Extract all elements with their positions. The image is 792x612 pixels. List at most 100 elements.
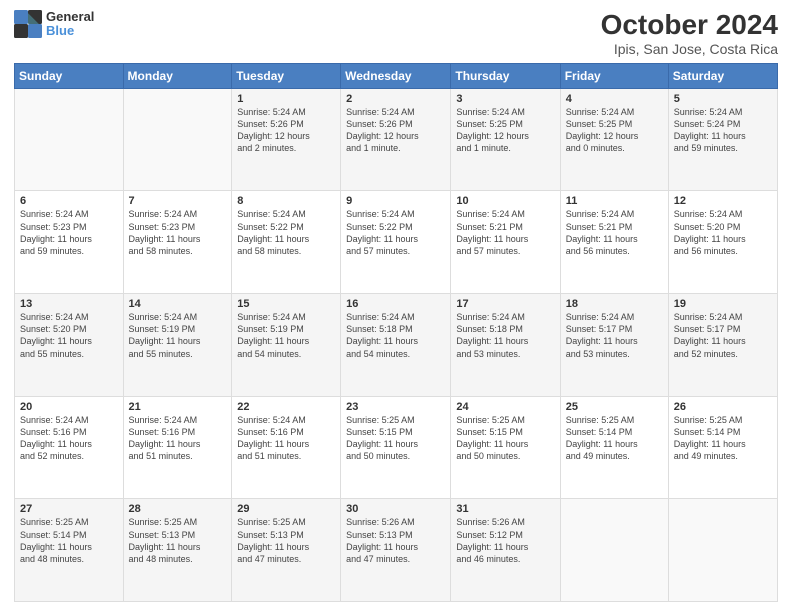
cell-info: Sunrise: 5:24 AMSunset: 5:26 PMDaylight:… — [237, 106, 335, 155]
cell-info: Sunrise: 5:25 AMSunset: 5:14 PMDaylight:… — [566, 414, 663, 463]
cell-info: Sunrise: 5:24 AMSunset: 5:23 PMDaylight:… — [20, 208, 118, 257]
calendar-cell: 14Sunrise: 5:24 AMSunset: 5:19 PMDayligh… — [123, 294, 232, 397]
cell-day-number: 2 — [346, 93, 445, 105]
cell-info: Sunrise: 5:24 AMSunset: 5:16 PMDaylight:… — [20, 414, 118, 463]
cell-day-number: 15 — [237, 298, 335, 310]
calendar-cell: 8Sunrise: 5:24 AMSunset: 5:22 PMDaylight… — [232, 191, 341, 294]
cell-day-number: 16 — [346, 298, 445, 310]
calendar-cell — [560, 499, 668, 602]
calendar-cell: 25Sunrise: 5:25 AMSunset: 5:14 PMDayligh… — [560, 396, 668, 499]
cell-day-number: 27 — [20, 503, 118, 515]
calendar-cell: 9Sunrise: 5:24 AMSunset: 5:22 PMDaylight… — [341, 191, 451, 294]
calendar-header-row: SundayMondayTuesdayWednesdayThursdayFrid… — [15, 63, 778, 88]
cell-info: Sunrise: 5:24 AMSunset: 5:25 PMDaylight:… — [456, 106, 554, 155]
logo-line1: General — [46, 10, 94, 24]
calendar-cell: 15Sunrise: 5:24 AMSunset: 5:19 PMDayligh… — [232, 294, 341, 397]
cell-day-number: 30 — [346, 503, 445, 515]
calendar-cell: 23Sunrise: 5:25 AMSunset: 5:15 PMDayligh… — [341, 396, 451, 499]
cell-info: Sunrise: 5:24 AMSunset: 5:19 PMDaylight:… — [237, 311, 335, 360]
cell-info: Sunrise: 5:24 AMSunset: 5:25 PMDaylight:… — [566, 106, 663, 155]
cell-day-number: 7 — [129, 195, 227, 207]
logo-line2: Blue — [46, 24, 94, 38]
logo-icon — [14, 10, 42, 38]
calendar-cell: 18Sunrise: 5:24 AMSunset: 5:17 PMDayligh… — [560, 294, 668, 397]
cell-day-number: 24 — [456, 401, 554, 413]
cell-info: Sunrise: 5:24 AMSunset: 5:16 PMDaylight:… — [129, 414, 227, 463]
day-header-wednesday: Wednesday — [341, 63, 451, 88]
cell-info: Sunrise: 5:24 AMSunset: 5:18 PMDaylight:… — [456, 311, 554, 360]
calendar-cell — [123, 88, 232, 191]
cell-info: Sunrise: 5:25 AMSunset: 5:15 PMDaylight:… — [456, 414, 554, 463]
cell-day-number: 21 — [129, 401, 227, 413]
cell-day-number: 5 — [674, 93, 772, 105]
cell-info: Sunrise: 5:25 AMSunset: 5:13 PMDaylight:… — [237, 516, 335, 565]
week-row-5: 27Sunrise: 5:25 AMSunset: 5:14 PMDayligh… — [15, 499, 778, 602]
cell-day-number: 8 — [237, 195, 335, 207]
week-row-2: 6Sunrise: 5:24 AMSunset: 5:23 PMDaylight… — [15, 191, 778, 294]
cell-day-number: 29 — [237, 503, 335, 515]
calendar-cell: 5Sunrise: 5:24 AMSunset: 5:24 PMDaylight… — [668, 88, 777, 191]
cell-info: Sunrise: 5:24 AMSunset: 5:19 PMDaylight:… — [129, 311, 227, 360]
calendar-title: October 2024 — [601, 10, 778, 41]
week-row-1: 1Sunrise: 5:24 AMSunset: 5:26 PMDaylight… — [15, 88, 778, 191]
cell-day-number: 13 — [20, 298, 118, 310]
calendar-cell: 10Sunrise: 5:24 AMSunset: 5:21 PMDayligh… — [451, 191, 560, 294]
cell-info: Sunrise: 5:24 AMSunset: 5:17 PMDaylight:… — [566, 311, 663, 360]
cell-day-number: 22 — [237, 401, 335, 413]
calendar-cell: 24Sunrise: 5:25 AMSunset: 5:15 PMDayligh… — [451, 396, 560, 499]
cell-day-number: 9 — [346, 195, 445, 207]
cell-day-number: 28 — [129, 503, 227, 515]
page: General Blue October 2024 Ipis, San Jose… — [0, 0, 792, 612]
calendar-body: 1Sunrise: 5:24 AMSunset: 5:26 PMDaylight… — [15, 88, 778, 601]
cell-day-number: 26 — [674, 401, 772, 413]
calendar-cell: 31Sunrise: 5:26 AMSunset: 5:12 PMDayligh… — [451, 499, 560, 602]
calendar-cell — [15, 88, 124, 191]
cell-day-number: 25 — [566, 401, 663, 413]
cell-day-number: 11 — [566, 195, 663, 207]
calendar-cell: 1Sunrise: 5:24 AMSunset: 5:26 PMDaylight… — [232, 88, 341, 191]
cell-info: Sunrise: 5:26 AMSunset: 5:13 PMDaylight:… — [346, 516, 445, 565]
cell-info: Sunrise: 5:25 AMSunset: 5:15 PMDaylight:… — [346, 414, 445, 463]
cell-info: Sunrise: 5:25 AMSunset: 5:14 PMDaylight:… — [674, 414, 772, 463]
cell-day-number: 20 — [20, 401, 118, 413]
calendar-subtitle: Ipis, San Jose, Costa Rica — [601, 41, 778, 57]
day-header-tuesday: Tuesday — [232, 63, 341, 88]
cell-info: Sunrise: 5:24 AMSunset: 5:18 PMDaylight:… — [346, 311, 445, 360]
cell-day-number: 18 — [566, 298, 663, 310]
cell-info: Sunrise: 5:24 AMSunset: 5:21 PMDaylight:… — [456, 208, 554, 257]
day-header-thursday: Thursday — [451, 63, 560, 88]
cell-day-number: 10 — [456, 195, 554, 207]
calendar-cell: 3Sunrise: 5:24 AMSunset: 5:25 PMDaylight… — [451, 88, 560, 191]
week-row-3: 13Sunrise: 5:24 AMSunset: 5:20 PMDayligh… — [15, 294, 778, 397]
calendar-cell: 21Sunrise: 5:24 AMSunset: 5:16 PMDayligh… — [123, 396, 232, 499]
calendar-cell: 4Sunrise: 5:24 AMSunset: 5:25 PMDaylight… — [560, 88, 668, 191]
logo: General Blue — [14, 10, 94, 39]
calendar-cell: 13Sunrise: 5:24 AMSunset: 5:20 PMDayligh… — [15, 294, 124, 397]
calendar-cell — [668, 499, 777, 602]
day-header-sunday: Sunday — [15, 63, 124, 88]
calendar-cell: 28Sunrise: 5:25 AMSunset: 5:13 PMDayligh… — [123, 499, 232, 602]
day-header-friday: Friday — [560, 63, 668, 88]
calendar-cell: 19Sunrise: 5:24 AMSunset: 5:17 PMDayligh… — [668, 294, 777, 397]
day-header-monday: Monday — [123, 63, 232, 88]
calendar-cell: 7Sunrise: 5:24 AMSunset: 5:23 PMDaylight… — [123, 191, 232, 294]
header: General Blue October 2024 Ipis, San Jose… — [14, 10, 778, 57]
cell-day-number: 4 — [566, 93, 663, 105]
cell-info: Sunrise: 5:24 AMSunset: 5:22 PMDaylight:… — [237, 208, 335, 257]
cell-day-number: 17 — [456, 298, 554, 310]
title-block: October 2024 Ipis, San Jose, Costa Rica — [601, 10, 778, 57]
cell-day-number: 14 — [129, 298, 227, 310]
calendar-cell: 12Sunrise: 5:24 AMSunset: 5:20 PMDayligh… — [668, 191, 777, 294]
cell-info: Sunrise: 5:24 AMSunset: 5:26 PMDaylight:… — [346, 106, 445, 155]
logo-text: General Blue — [46, 10, 94, 39]
cell-info: Sunrise: 5:24 AMSunset: 5:23 PMDaylight:… — [129, 208, 227, 257]
calendar-cell: 26Sunrise: 5:25 AMSunset: 5:14 PMDayligh… — [668, 396, 777, 499]
cell-info: Sunrise: 5:24 AMSunset: 5:22 PMDaylight:… — [346, 208, 445, 257]
cell-info: Sunrise: 5:24 AMSunset: 5:20 PMDaylight:… — [20, 311, 118, 360]
calendar-cell: 16Sunrise: 5:24 AMSunset: 5:18 PMDayligh… — [341, 294, 451, 397]
calendar-cell: 6Sunrise: 5:24 AMSunset: 5:23 PMDaylight… — [15, 191, 124, 294]
week-row-4: 20Sunrise: 5:24 AMSunset: 5:16 PMDayligh… — [15, 396, 778, 499]
cell-info: Sunrise: 5:26 AMSunset: 5:12 PMDaylight:… — [456, 516, 554, 565]
calendar-cell: 17Sunrise: 5:24 AMSunset: 5:18 PMDayligh… — [451, 294, 560, 397]
cell-info: Sunrise: 5:25 AMSunset: 5:13 PMDaylight:… — [129, 516, 227, 565]
